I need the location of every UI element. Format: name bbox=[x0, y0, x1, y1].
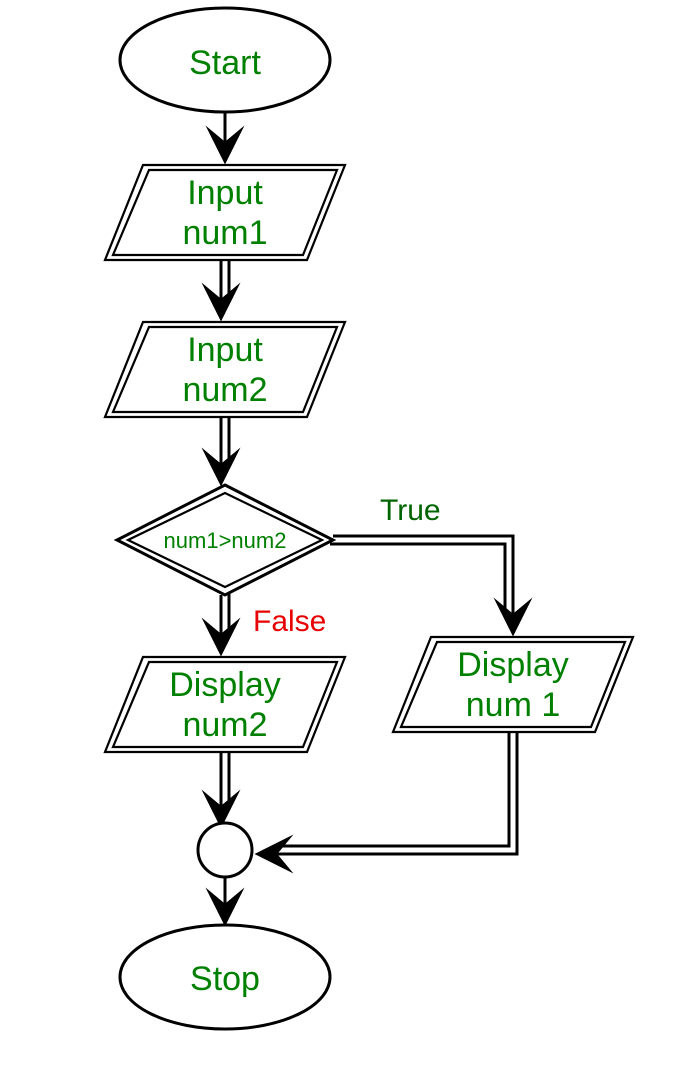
decision-node: num1>num2 bbox=[117, 485, 333, 595]
input2-label1: Input bbox=[187, 331, 263, 369]
stop-label: Stop bbox=[190, 960, 260, 998]
display1-label1: Display bbox=[457, 646, 568, 684]
arrow-input1-input2 bbox=[221, 260, 229, 315]
decision-label: num1>num2 bbox=[164, 528, 287, 553]
display2-node: Display num2 bbox=[105, 657, 345, 752]
input1-node: Input num1 bbox=[105, 165, 345, 260]
arrow-true: True bbox=[330, 494, 513, 630]
display2-label2: num2 bbox=[182, 706, 267, 744]
arrow-input2-decision bbox=[221, 417, 229, 480]
display2-label1: Display bbox=[169, 666, 280, 704]
label-false: False bbox=[253, 605, 326, 638]
label-true: True bbox=[380, 494, 441, 527]
start-node: Start bbox=[120, 8, 330, 112]
connector-node bbox=[198, 823, 252, 877]
input2-node: Input num2 bbox=[105, 322, 345, 417]
arrow-false: False bbox=[221, 592, 326, 650]
start-label: Start bbox=[189, 44, 261, 82]
display1-label2: num 1 bbox=[466, 686, 561, 724]
stop-node: Stop bbox=[120, 925, 330, 1029]
input1-label1: Input bbox=[187, 174, 263, 212]
display1-node: Display num 1 bbox=[393, 637, 633, 732]
input2-label2: num2 bbox=[182, 371, 267, 409]
arrow-disp2-connector bbox=[221, 752, 229, 822]
input1-label2: num1 bbox=[182, 214, 267, 252]
